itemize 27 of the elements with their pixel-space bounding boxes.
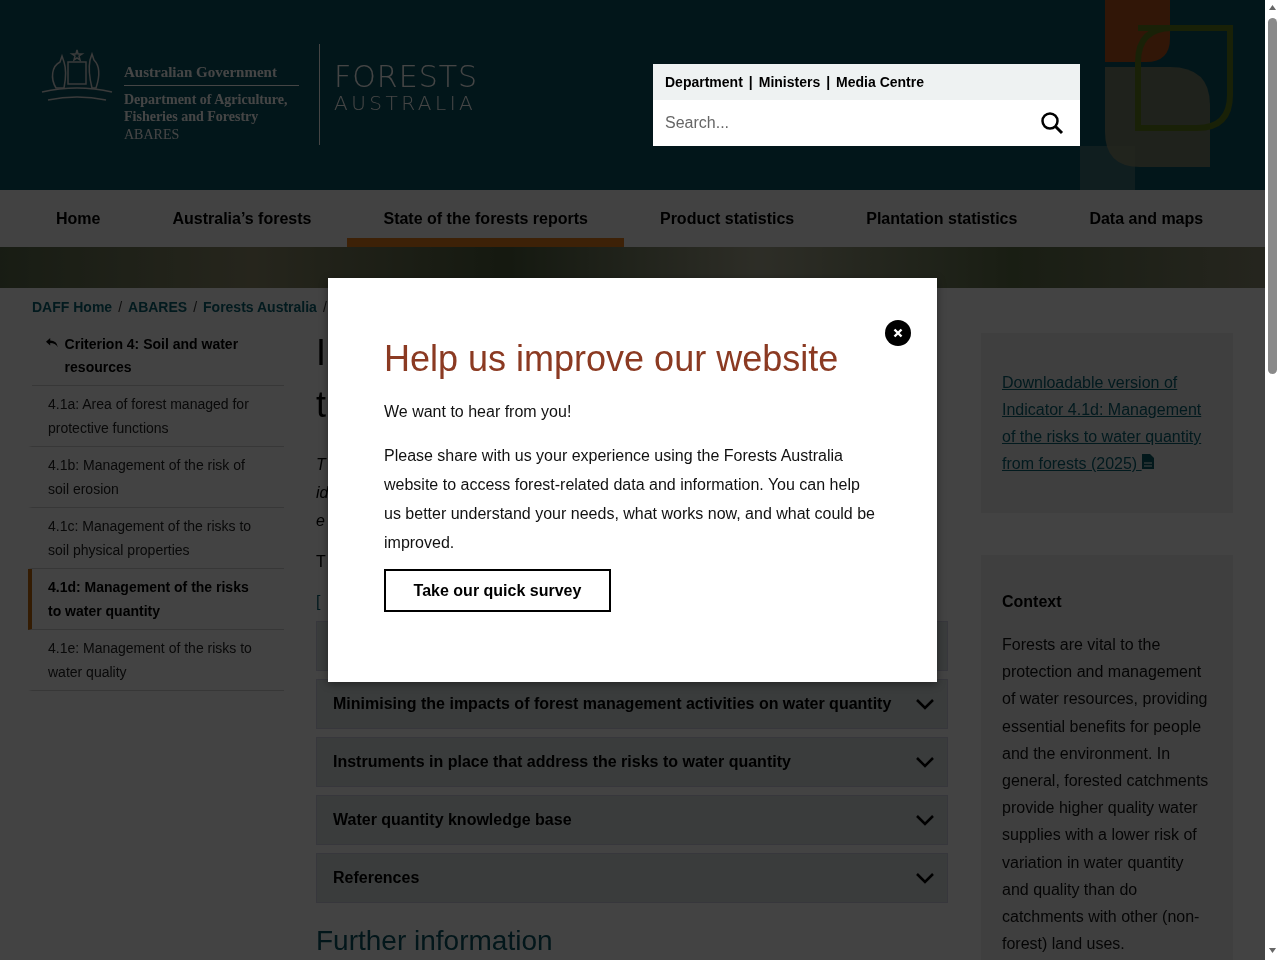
breadcrumb-separator: / [193, 299, 198, 317]
dialog-lead: We want to hear from you! [384, 402, 573, 422]
text-fragment: e [316, 511, 325, 531]
card-title: Context [1002, 593, 1063, 611]
text-fragment: [ [316, 593, 321, 611]
search-icon[interactable] [1040, 100, 1080, 146]
heading-fragment: t [316, 385, 326, 425]
breadcrumb-separator: / [322, 299, 327, 317]
search-field[interactable]: Search... [653, 100, 1040, 146]
text-fragment: T [316, 455, 326, 475]
department-name: Department of Agriculture, Fisheries and Forestry [124, 91, 289, 125]
separator: | [748, 74, 753, 90]
breadcrumb-separator: / [118, 299, 122, 317]
text-fragment: id [316, 483, 329, 503]
heading-fragment: I [316, 333, 326, 375]
context-text: Forests are vital to the protection and management of water resources, providing essential benefits for people and the environment. In general, forested catchments provide higher quality water supplies with a lower risk of variation in water quantity and quality than do catchments with other (non-forest) land uses. [1002, 635, 1210, 955]
survey-button[interactable]: Take our quick survey [384, 569, 611, 612]
separator: | [826, 74, 831, 90]
dialog-text: Please share with us your experience using the Forests Australia website to access forest-related data and information. You can help us better understand your needs, what works now, and what could be improved. [384, 446, 876, 553]
utility-link[interactable]: Ministers [758, 74, 821, 90]
close-icon[interactable] [885, 320, 911, 346]
agency-name: ABARES [124, 127, 181, 143]
section-heading: Further information [316, 925, 554, 957]
utility-link[interactable]: Department [665, 74, 743, 90]
text-fragment: T [316, 553, 326, 571]
utility-link[interactable]: Media Centre [836, 74, 925, 90]
dialog-title: Help us improve our website [384, 337, 840, 381]
